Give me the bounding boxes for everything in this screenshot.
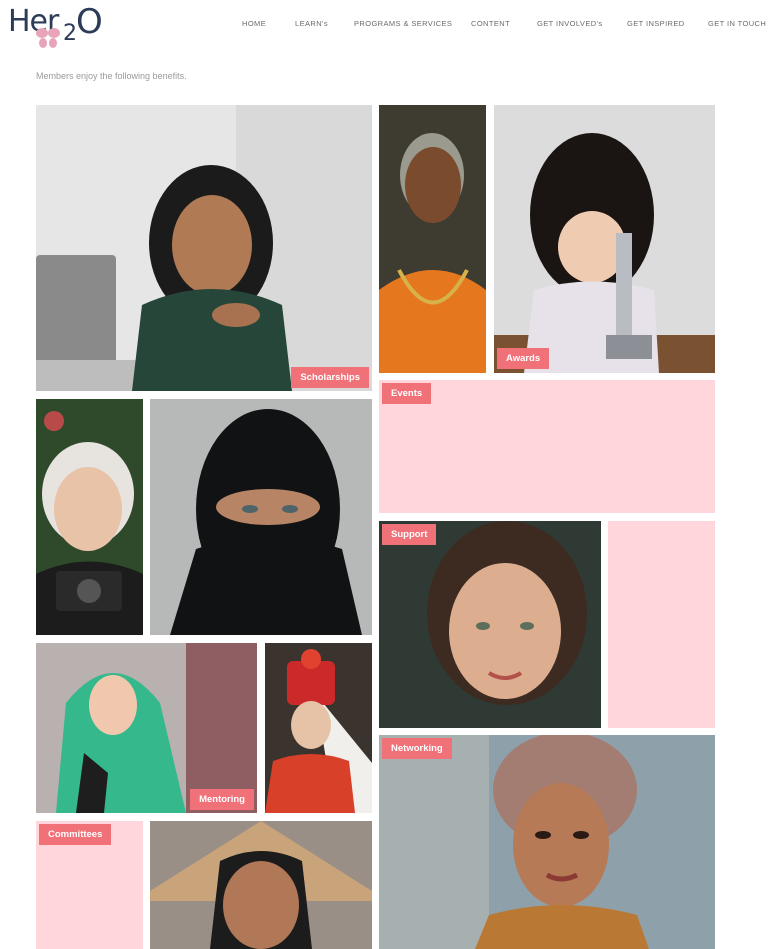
- veiled-woman-photo: [150, 399, 372, 635]
- nav-get-inspired[interactable]: GET INSPIRED: [627, 19, 685, 28]
- networking-tile[interactable]: Networking: [379, 735, 715, 949]
- mentoring-tile[interactable]: Mentoring: [36, 643, 257, 813]
- nav-get-involved[interactable]: GET INVOLVED's: [537, 19, 603, 28]
- elder-with-conical-hat-photo: [150, 821, 372, 949]
- woman-in-green-hijab-photo: [36, 643, 257, 813]
- traditional-headdress-photo: [265, 643, 372, 813]
- smiling-girl-photo: [379, 521, 601, 728]
- girl-with-microscope-photo: [494, 105, 715, 373]
- nav-home[interactable]: HOME: [242, 19, 266, 28]
- mentoring-label: Mentoring: [190, 789, 254, 810]
- awards-tile[interactable]: Awards: [494, 105, 715, 373]
- blank-pink-tile: [608, 521, 715, 728]
- nav-get-in-touch[interactable]: GET IN TOUCH: [708, 19, 766, 28]
- nav-content[interactable]: CONTENT: [471, 19, 510, 28]
- main-nav: HOME LEARN's PROGRAMS & SERVICES CONTENT…: [0, 19, 775, 33]
- veiled-woman-photo-tile: [150, 399, 372, 635]
- support-label: Support: [382, 524, 437, 545]
- intro-text: Members enjoy the following benefits.: [36, 71, 187, 81]
- woman-at-laptop-photo: [36, 105, 372, 391]
- events-label: Events: [382, 383, 432, 404]
- committees-tile[interactable]: Committees: [36, 821, 143, 949]
- scholarships-tile[interactable]: Scholarships: [36, 105, 372, 391]
- woman-in-headwrap-photo: [379, 735, 715, 949]
- networking-label: Networking: [382, 738, 452, 759]
- elder-with-camera-photo: [36, 399, 143, 635]
- smiling-elder-photo: [379, 105, 486, 373]
- committees-label: Committees: [39, 824, 112, 845]
- elder-with-conical-hat-photo-tile: [150, 821, 372, 949]
- traditional-headdress-photo-tile: [265, 643, 372, 813]
- smiling-elder-photo-tile: [379, 105, 486, 373]
- nav-programs-services[interactable]: PROGRAMS & SERVICES: [354, 19, 452, 28]
- events-tile[interactable]: Events: [379, 380, 715, 513]
- support-tile[interactable]: Support: [379, 521, 601, 728]
- nav-learn[interactable]: LEARN's: [295, 19, 328, 28]
- elder-with-camera-photo-tile: [36, 399, 143, 635]
- scholarships-label: Scholarships: [291, 367, 369, 388]
- awards-label: Awards: [497, 348, 550, 369]
